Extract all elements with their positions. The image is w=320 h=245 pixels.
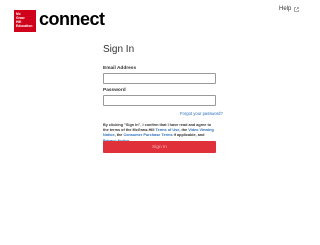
help-link[interactable]: Help — [279, 6, 300, 12]
mcgraw-hill-logo[interactable]: Mc Graw Hill Education — [14, 10, 36, 32]
terms-mid-3: if applicable, and — [172, 133, 205, 138]
consumer-purchase-terms-link[interactable]: Consumer Purchase Terms — [123, 133, 172, 137]
forgot-password-link[interactable]: Forgot your password? — [180, 111, 223, 116]
email-field[interactable] — [103, 73, 216, 84]
terms-of-use-link[interactable]: Terms of Use — [156, 128, 180, 132]
page-title: Sign In — [103, 44, 135, 55]
sign-in-button[interactable]: Sign In — [103, 141, 216, 153]
logo-text: Mc Graw Hill Education — [16, 12, 33, 28]
terms-mid-1: , the — [179, 128, 189, 133]
help-label: Help — [279, 6, 292, 12]
password-label: Password — [103, 88, 126, 93]
password-field[interactable] — [103, 95, 216, 106]
sign-in-page: Mc Graw Hill Education connect Help Sign… — [0, 0, 320, 245]
connect-brand: connect — [39, 9, 105, 29]
email-label: Email Address — [103, 66, 137, 71]
external-link-icon — [294, 6, 300, 12]
